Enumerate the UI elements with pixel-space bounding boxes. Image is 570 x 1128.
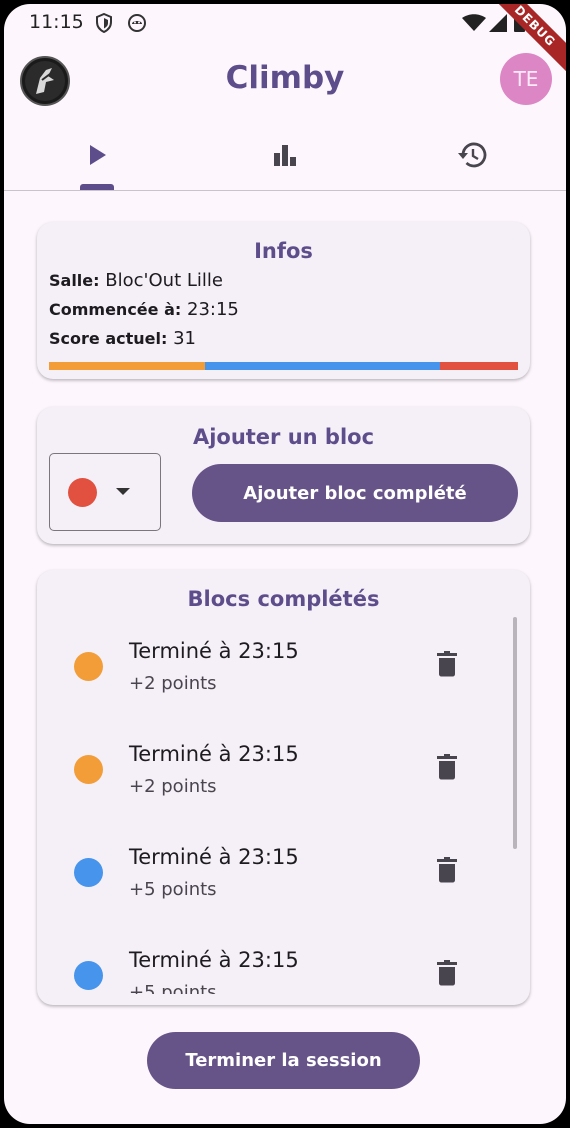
color-dropdown[interactable]: [49, 453, 161, 531]
tab-indicator: [80, 184, 114, 190]
list-item[interactable]: Terminé à 23:15 +5 points: [37, 820, 530, 923]
android-icon: [127, 13, 147, 37]
list-scrollbar[interactable]: [513, 617, 517, 849]
status-time: 11:15: [29, 11, 84, 33]
add-block-title: Ajouter un bloc: [192, 425, 375, 449]
item-title: Terminé à 23:15: [129, 845, 299, 869]
list-item[interactable]: Terminé à 23:15 +2 points: [37, 614, 530, 717]
score-progress-bar: [49, 362, 518, 370]
add-block-card: Ajouter un bloc Ajouter bloc complété: [37, 407, 530, 544]
infos-card: Infos Salle: Bloc'Out Lille Commencée à:…: [37, 222, 530, 379]
item-title: Terminé à 23:15: [129, 742, 299, 766]
item-points: +2 points: [129, 673, 217, 694]
completed-title: Blocs complétés: [187, 587, 380, 611]
app-title: Climby: [225, 60, 345, 96]
bar-chart-icon: [273, 144, 297, 170]
delete-icon[interactable]: [437, 651, 457, 681]
tab-statistics[interactable]: [191, 124, 378, 190]
started-value: 23:15: [187, 299, 239, 320]
block-color-dot: [74, 652, 103, 681]
item-points: +5 points: [129, 879, 217, 900]
app-screen: 11:15 DEBUG Climby TE Infos Salle: Bloc'…: [4, 4, 566, 1124]
shield-icon: [95, 12, 113, 37]
end-session-button[interactable]: Terminer la session: [147, 1032, 420, 1089]
score-value: 31: [173, 328, 197, 349]
item-title: Terminé à 23:15: [129, 639, 299, 663]
delete-icon[interactable]: [437, 960, 457, 990]
delete-icon[interactable]: [437, 754, 457, 784]
wifi-icon: [462, 14, 486, 36]
block-color-dot: [74, 755, 103, 784]
list-item[interactable]: Terminé à 23:15 +2 points: [37, 717, 530, 820]
selected-color-dot: [68, 478, 97, 507]
tab-session[interactable]: [4, 124, 191, 190]
infos-title: Infos: [254, 239, 313, 263]
play-icon: [89, 144, 107, 170]
status-bar: 11:15 DEBUG: [4, 4, 566, 80]
item-points: +5 points: [129, 982, 217, 994]
score-segment: [49, 362, 206, 370]
started-line: Commencée à: 23:15: [49, 299, 239, 320]
signal-icon: [489, 14, 507, 36]
started-label: Commencée à:: [49, 300, 182, 319]
block-color-dot: [74, 858, 103, 887]
tab-history[interactable]: [378, 124, 565, 190]
gym-value: Bloc'Out Lille: [105, 270, 223, 291]
score-segment: [439, 362, 518, 370]
completed-blocks-card: Blocs complétés Terminé à 23:15 +2 point…: [37, 570, 530, 1005]
gym-label: Salle:: [49, 271, 100, 290]
item-points: +2 points: [129, 776, 217, 797]
tab-bar: [4, 124, 566, 191]
score-segment: [205, 362, 440, 370]
gym-line: Salle: Bloc'Out Lille: [49, 270, 223, 291]
completed-list[interactable]: Terminé à 23:15 +2 points Terminé à 23:1…: [37, 614, 530, 994]
block-color-dot: [74, 961, 103, 990]
add-completed-block-button[interactable]: Ajouter bloc complété: [192, 464, 518, 522]
history-icon: [457, 141, 487, 173]
dropdown-arrow-icon: [116, 488, 130, 495]
score-label: Score actuel:: [49, 329, 168, 348]
list-item[interactable]: Terminé à 23:15 +5 points: [37, 923, 530, 994]
item-title: Terminé à 23:15: [129, 948, 299, 972]
user-avatar[interactable]: TE: [500, 53, 552, 105]
delete-icon[interactable]: [437, 857, 457, 887]
score-line: Score actuel: 31: [49, 328, 196, 349]
